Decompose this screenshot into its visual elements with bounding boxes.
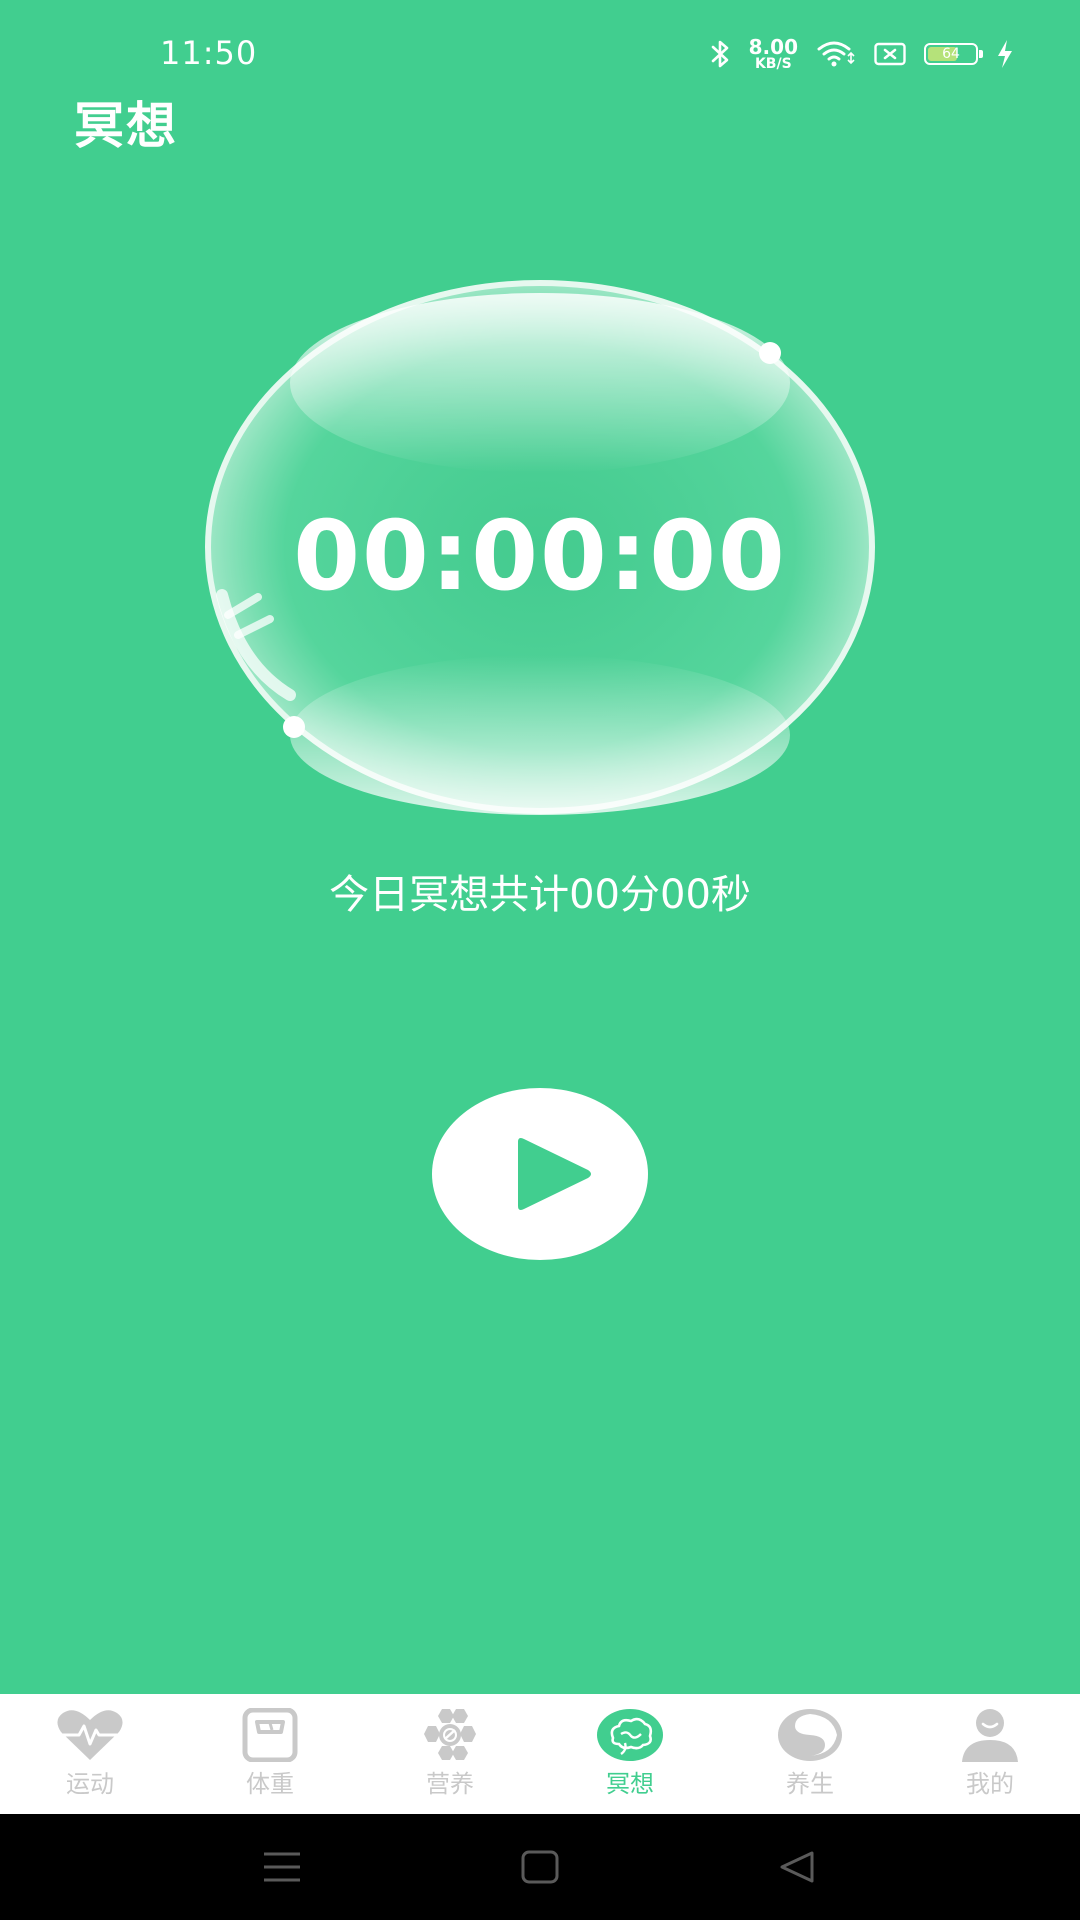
user-icon — [955, 1708, 1025, 1762]
meditation-screen: 11:50 8.00 KB/S 64 冥想 00:00:00 今日冥想共计00分… — [0, 0, 1080, 1920]
charging-icon — [996, 39, 1014, 69]
brain-icon — [595, 1708, 665, 1762]
nav-item-nutrition[interactable]: 营养 — [360, 1694, 540, 1814]
nav-label: 体重 — [246, 1770, 294, 1798]
status-time: 11:50 — [160, 34, 258, 72]
nav-label: 冥想 — [606, 1770, 654, 1798]
network-speed-value: 8.00 — [748, 35, 798, 59]
heart-pulse-icon — [55, 1708, 125, 1762]
play-icon — [518, 1138, 591, 1210]
battery-icon: 64 — [924, 43, 983, 65]
bottom-nav: 运动 体重 营养 冥想 养生 我的 — [0, 1694, 1080, 1814]
nav-label: 运动 — [66, 1770, 114, 1798]
network-speed: 8.00 KB/S — [749, 37, 798, 71]
wifi-icon — [816, 39, 856, 69]
battery-level: 64 — [942, 46, 960, 62]
nav-label: 养生 — [786, 1770, 834, 1798]
back-icon — [780, 1851, 814, 1883]
nav-item-wellness[interactable]: 养生 — [720, 1694, 900, 1814]
back-button[interactable] — [768, 1844, 828, 1890]
nav-item-profile[interactable]: 我的 — [900, 1694, 1080, 1814]
home-button[interactable] — [510, 1844, 570, 1890]
play-button[interactable] — [432, 1088, 648, 1260]
yin-yang-icon — [775, 1708, 845, 1762]
nav-item-weight[interactable]: 体重 — [180, 1694, 360, 1814]
honeycomb-icon — [415, 1708, 485, 1762]
scale-icon — [235, 1708, 305, 1762]
menu-button[interactable] — [252, 1844, 312, 1890]
system-nav-bar — [0, 1814, 1080, 1920]
nav-item-meditation[interactable]: 冥想 — [540, 1694, 720, 1814]
nav-item-sport[interactable]: 运动 — [0, 1694, 180, 1814]
status-icons: 8.00 KB/S 64 — [709, 34, 1014, 74]
home-icon — [521, 1850, 559, 1884]
nav-label: 我的 — [966, 1770, 1014, 1798]
menu-icon — [264, 1852, 300, 1882]
page-title: 冥想 — [74, 97, 178, 155]
timer-display: 00:00:00 — [293, 500, 787, 612]
nav-label: 营养 — [426, 1770, 474, 1798]
timer-bubble: 00:00:00 — [200, 275, 880, 815]
network-speed-unit: KB/S — [754, 56, 792, 72]
bluetooth-icon — [709, 39, 731, 69]
no-sim-icon — [874, 42, 906, 66]
today-total-text: 今日冥想共计00分00秒 — [329, 872, 751, 918]
